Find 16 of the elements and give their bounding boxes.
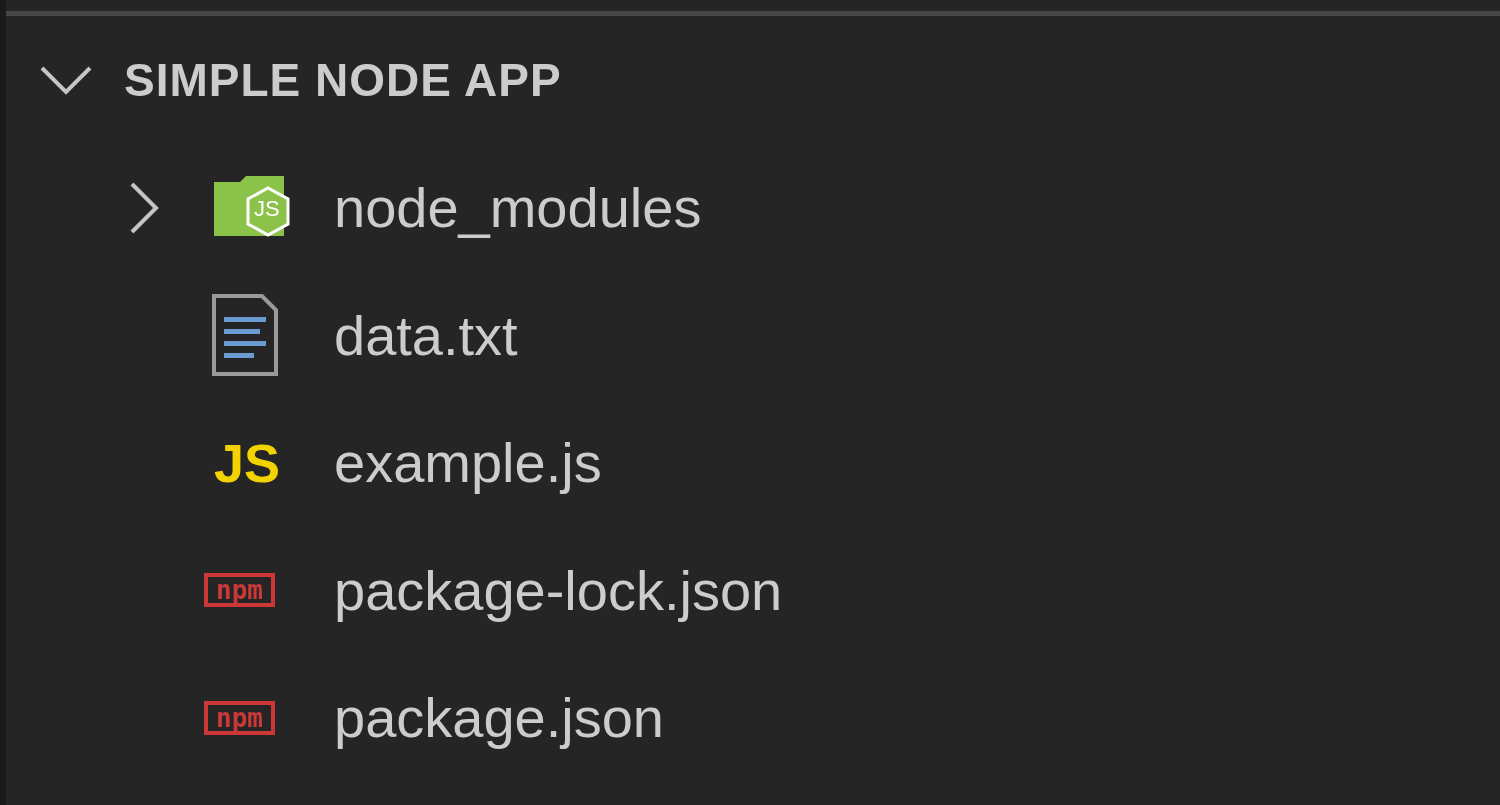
file-tree-item[interactable]: npm package.json — [6, 654, 1500, 782]
file-name: example.js — [334, 430, 602, 496]
npm-icon: npm — [204, 700, 275, 735]
file-tree-item[interactable]: JS node_modules — [6, 144, 1500, 272]
file-name: package.json — [334, 685, 664, 751]
file-name: package-lock.json — [334, 557, 783, 623]
file-name: data.txt — [334, 302, 518, 368]
npm-icon: npm — [204, 573, 275, 608]
file-tree-item[interactable]: JS example.js — [6, 399, 1500, 527]
js-icon: JS — [214, 435, 281, 490]
file-tree-item[interactable]: data.txt — [6, 271, 1500, 399]
file-name: node_modules — [334, 175, 702, 241]
document-icon — [210, 293, 280, 378]
section-header[interactable]: SIMPLE NODE APP — [6, 16, 1500, 144]
section-title: SIMPLE NODE APP — [124, 53, 562, 107]
file-tree-item[interactable]: npm package-lock.json — [6, 526, 1500, 654]
